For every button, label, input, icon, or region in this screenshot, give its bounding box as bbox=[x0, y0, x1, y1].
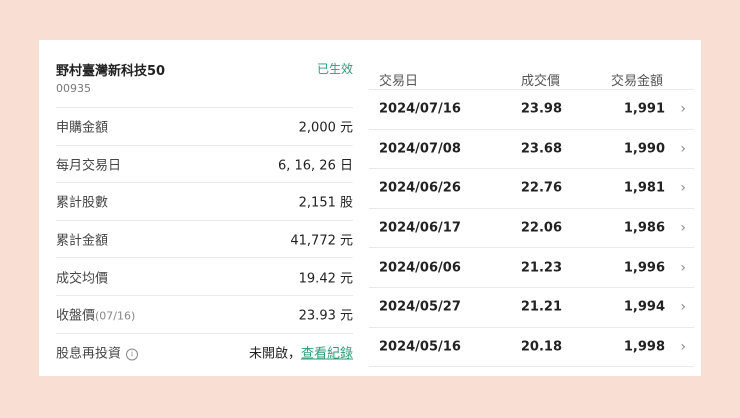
chevron-right-icon: › bbox=[680, 259, 686, 276]
info-value: 未開啟，查看紀錄 bbox=[249, 343, 353, 362]
info-value: 2,000 元 bbox=[298, 120, 353, 136]
transactions-panel: 交易日 成交價 交易金額 2024/07/16 23.98 1,991 › 20… bbox=[369, 40, 694, 376]
chevron-right-icon: › bbox=[680, 101, 686, 118]
table-header: 交易日 成交價 交易金額 bbox=[369, 40, 694, 90]
table-row[interactable]: 2024/05/16 20.18 1,998 › bbox=[369, 328, 694, 368]
view-records-link[interactable]: 查看紀錄 bbox=[301, 347, 353, 362]
info-label: 累計股數 bbox=[56, 195, 109, 211]
cell-amount: 1,994 bbox=[623, 299, 665, 315]
table-row[interactable]: 2024/06/06 21.23 1,996 › bbox=[369, 248, 694, 288]
info-icon[interactable]: i bbox=[126, 348, 139, 361]
info-row-dividend-reinvest: 股息再投資 i 未開啟，查看紀錄 bbox=[56, 334, 353, 372]
cell-price: 22.06 bbox=[520, 220, 562, 236]
cell-price: 23.68 bbox=[520, 141, 562, 157]
info-label: 收盤價(07/16) bbox=[56, 305, 135, 324]
cell-amount: 1,991 bbox=[623, 101, 665, 117]
cell-date: 2024/07/16 bbox=[379, 101, 461, 117]
cell-date: 2024/07/08 bbox=[379, 141, 461, 157]
cell-date: 2024/06/26 bbox=[379, 180, 461, 196]
fund-code: 00935 bbox=[56, 82, 91, 95]
cell-amount: 1,981 bbox=[623, 180, 665, 196]
info-label: 每月交易日 bbox=[56, 158, 122, 174]
dividend-reinvest-status: 未開啟， bbox=[248, 346, 301, 362]
info-label: 申購金額 bbox=[56, 120, 109, 136]
table-row[interactable]: 2024/06/26 22.76 1,981 › bbox=[369, 169, 694, 209]
info-row-trade-days: 每月交易日 6, 16, 26 日 bbox=[56, 146, 353, 184]
cell-price: 21.23 bbox=[520, 260, 562, 276]
cell-amount: 1,986 bbox=[623, 220, 665, 236]
info-label: 累計金額 bbox=[56, 233, 109, 249]
info-value: 6, 16, 26 日 bbox=[277, 158, 353, 174]
cell-price: 21.21 bbox=[520, 299, 562, 315]
closing-price-date: (07/16) bbox=[95, 309, 136, 323]
fund-name: 野村臺灣新科技50 bbox=[56, 64, 166, 79]
info-row-total-shares: 累計股數 2,151 股 bbox=[56, 183, 353, 221]
info-label: 股息再投資 i bbox=[56, 343, 139, 362]
fund-header: 野村臺灣新科技50 00935 已生效 bbox=[56, 40, 353, 108]
info-label: 成交均價 bbox=[56, 271, 109, 287]
info-value: 19.42 元 bbox=[298, 271, 353, 287]
cell-amount: 1,990 bbox=[623, 141, 665, 157]
info-row-subscription-amount: 申購金額 2,000 元 bbox=[56, 108, 353, 146]
table-row[interactable]: 2024/07/16 23.98 1,991 › bbox=[369, 90, 694, 130]
cell-date: 2024/06/17 bbox=[379, 220, 461, 236]
cell-date: 2024/06/06 bbox=[379, 260, 461, 276]
info-row-average-price: 成交均價 19.42 元 bbox=[56, 258, 353, 296]
table-row[interactable]: 2024/07/08 23.68 1,990 › bbox=[369, 130, 694, 170]
column-header-amount: 交易金額 bbox=[611, 74, 664, 89]
cell-price: 23.98 bbox=[520, 101, 562, 117]
chevron-right-icon: › bbox=[680, 338, 686, 355]
cell-amount: 1,996 bbox=[623, 260, 665, 276]
plan-summary-panel: 野村臺灣新科技50 00935 已生效 申購金額 2,000 元 每月交易日 6… bbox=[56, 40, 353, 376]
cell-date: 2024/05/27 bbox=[379, 299, 461, 315]
chevron-right-icon: › bbox=[680, 180, 686, 197]
info-value: 2,151 股 bbox=[298, 195, 353, 211]
column-header-price: 成交價 bbox=[521, 74, 561, 89]
cell-amount: 1,998 bbox=[623, 339, 665, 355]
info-row-total-amount: 累計金額 41,772 元 bbox=[56, 221, 353, 259]
column-header-date: 交易日 bbox=[379, 74, 419, 89]
chevron-right-icon: › bbox=[680, 220, 686, 237]
savings-plan-card: 野村臺灣新科技50 00935 已生效 申購金額 2,000 元 每月交易日 6… bbox=[39, 40, 701, 376]
cell-date: 2024/05/16 bbox=[379, 339, 461, 355]
table-row[interactable]: 2024/05/27 21.21 1,994 › bbox=[369, 288, 694, 328]
closing-price-label: 收盤價 bbox=[56, 308, 96, 324]
dividend-reinvest-label: 股息再投資 bbox=[56, 346, 122, 362]
info-value: 41,772 元 bbox=[290, 233, 353, 249]
chevron-right-icon: › bbox=[680, 299, 686, 316]
cell-price: 22.76 bbox=[520, 180, 562, 196]
info-value: 23.93 元 bbox=[298, 308, 353, 324]
cell-price: 20.18 bbox=[520, 339, 562, 355]
chevron-right-icon: › bbox=[680, 140, 686, 157]
info-row-closing-price: 收盤價(07/16) 23.93 元 bbox=[56, 296, 353, 334]
status-badge: 已生效 bbox=[316, 62, 353, 76]
table-row[interactable]: 2024/06/17 22.06 1,986 › bbox=[369, 209, 694, 249]
